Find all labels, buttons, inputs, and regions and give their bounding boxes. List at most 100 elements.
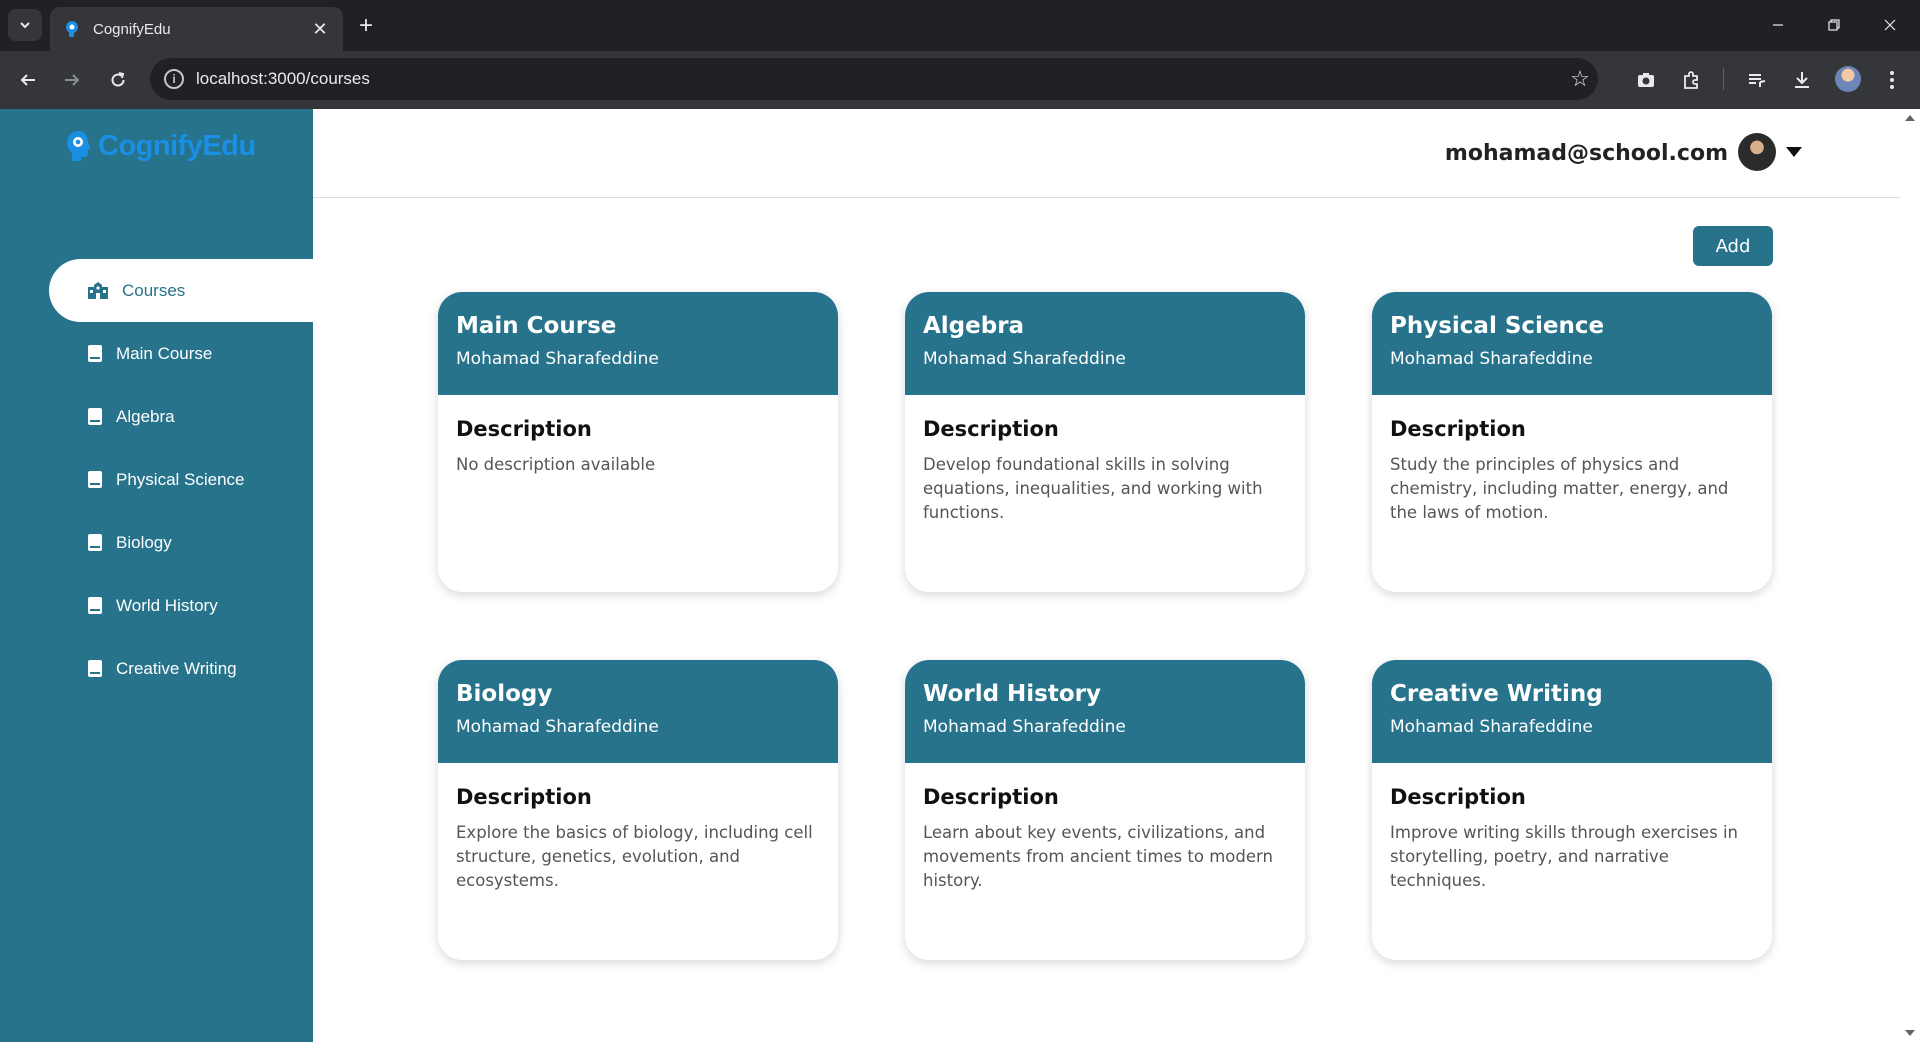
logo-text: CognifyEdu	[98, 130, 256, 163]
cognify-favicon-icon	[62, 20, 81, 39]
app-logo[interactable]: CognifyEdu	[64, 129, 256, 163]
course-description: Develop foundational skills in solving e…	[923, 455, 1263, 522]
description-heading: Description	[1390, 785, 1526, 809]
sidebar-item-world-history[interactable]: World History	[0, 574, 313, 637]
new-tab-button[interactable]: +	[352, 12, 380, 40]
chevron-down-icon	[20, 22, 30, 29]
tab-search-button[interactable]	[8, 9, 42, 41]
close-tab-icon[interactable]: ✕	[309, 18, 331, 40]
course-card-biology[interactable]: Biology Mohamad Sharafeddine Description…	[438, 660, 838, 960]
download-icon[interactable]	[1786, 64, 1818, 96]
logo-prefix: Cognify	[98, 129, 203, 162]
sidebar-nav: Courses Main Course Algebra Physical Sci…	[0, 259, 313, 700]
tab-title: CognifyEdu	[93, 20, 171, 38]
user-email: mohamad@school.com	[1444, 141, 1728, 166]
brain-head-logo-icon	[67, 131, 91, 161]
book-icon	[88, 597, 102, 614]
caret-down-icon[interactable]	[1786, 147, 1802, 157]
forward-icon[interactable]	[56, 64, 88, 96]
url-text: localhost:3000/courses	[196, 69, 370, 88]
course-author: Mohamad Sharafeddine	[923, 717, 1126, 737]
course-author: Mohamad Sharafeddine	[1390, 349, 1593, 369]
course-card-creative-writing[interactable]: Creative Writing Mohamad Sharafeddine De…	[1372, 660, 1772, 960]
description-heading: Description	[456, 785, 592, 809]
sidebar-item-label: Creative Writing	[116, 658, 237, 678]
course-card-header: World History Mohamad Sharafeddine	[905, 660, 1305, 763]
browser-profile-avatar[interactable]	[1835, 66, 1861, 92]
course-title: Algebra	[923, 313, 1025, 339]
course-card-physical-science[interactable]: Physical Science Mohamad Sharafeddine De…	[1372, 292, 1772, 592]
book-icon	[88, 534, 102, 551]
extensions-icon[interactable]	[1675, 64, 1707, 96]
course-author: Mohamad Sharafeddine	[456, 717, 659, 737]
sidebar-item-main-course[interactable]: Main Course	[0, 322, 313, 385]
course-author: Mohamad Sharafeddine	[923, 349, 1126, 369]
media-queue-icon[interactable]	[1741, 64, 1773, 96]
course-card-main-course[interactable]: Main Course Mohamad Sharafeddine Descrip…	[438, 292, 838, 592]
description-heading: Description	[923, 417, 1059, 441]
course-card-header: Biology Mohamad Sharafeddine	[438, 660, 838, 763]
close-window-icon[interactable]	[1870, 8, 1910, 42]
description-heading: Description	[456, 417, 592, 441]
site-info-icon[interactable]: i	[164, 69, 184, 89]
course-description: No description available	[456, 455, 656, 474]
browser-tab[interactable]: CognifyEdu ✕	[50, 7, 343, 51]
sidebar-item-algebra[interactable]: Algebra	[0, 385, 313, 448]
page-scrollbar[interactable]	[1900, 109, 1920, 1042]
add-course-button[interactable]: Add	[1693, 226, 1773, 266]
address-bar[interactable]: i localhost:3000/courses ☆	[150, 58, 1598, 100]
course-card-body: Description No description available	[438, 395, 838, 477]
course-title: World History	[923, 681, 1102, 707]
course-title: Main Course	[456, 313, 617, 339]
course-description: Learn about key events, civilizations, a…	[923, 823, 1273, 890]
course-author: Mohamad Sharafeddine	[456, 349, 659, 369]
scroll-up-icon[interactable]	[1905, 115, 1915, 121]
course-card-body: Description Explore the basics of biolog…	[438, 763, 838, 893]
course-card-header: Algebra Mohamad Sharafeddine	[905, 292, 1305, 395]
course-card-body: Description Study the principles of phys…	[1372, 395, 1772, 525]
back-icon[interactable]	[12, 64, 44, 96]
app-header: mohamad@school.com	[313, 109, 1900, 198]
sidebar-item-label: Courses	[122, 280, 186, 300]
toolbar-separator	[1723, 68, 1724, 90]
browser-titlebar: CognifyEdu ✕ +	[0, 0, 1920, 51]
scroll-down-icon[interactable]	[1905, 1030, 1915, 1036]
description-heading: Description	[1390, 417, 1526, 441]
course-card-world-history[interactable]: World History Mohamad Sharafeddine Descr…	[905, 660, 1305, 960]
course-card-header: Creative Writing Mohamad Sharafeddine	[1372, 660, 1772, 763]
course-description: Explore the basics of biology, including…	[456, 823, 813, 890]
book-icon	[88, 660, 102, 677]
course-card-body: Description Learn about key events, civi…	[905, 763, 1305, 893]
sidebar-item-label: Physical Science	[116, 469, 245, 489]
reload-icon[interactable]	[102, 64, 134, 96]
school-icon	[87, 282, 109, 299]
course-card-body: Description Develop foundational skills …	[905, 395, 1305, 525]
description-heading: Description	[923, 785, 1059, 809]
sidebar-item-biology[interactable]: Biology	[0, 511, 313, 574]
course-author: Mohamad Sharafeddine	[1390, 717, 1593, 737]
bookmark-star-icon[interactable]: ☆	[1562, 66, 1598, 92]
book-icon	[88, 345, 102, 362]
camera-icon[interactable]	[1630, 64, 1662, 96]
minimize-icon[interactable]	[1758, 8, 1798, 42]
course-description: Study the principles of physics and chem…	[1390, 455, 1729, 522]
sidebar-item-label: Biology	[116, 532, 172, 552]
course-card-header: Main Course Mohamad Sharafeddine	[438, 292, 838, 395]
course-card-algebra[interactable]: Algebra Mohamad Sharafeddine Description…	[905, 292, 1305, 592]
course-title: Biology	[456, 681, 553, 707]
course-title: Physical Science	[1390, 313, 1605, 339]
sidebar-item-physical-science[interactable]: Physical Science	[0, 448, 313, 511]
sidebar-item-courses[interactable]: Courses	[49, 259, 313, 322]
sidebar-item-label: Algebra	[116, 406, 175, 426]
sidebar: CognifyEdu Courses Main Course Algebra P…	[0, 109, 313, 1042]
restore-icon[interactable]	[1814, 8, 1854, 42]
sidebar-item-label: World History	[116, 595, 218, 615]
course-title: Creative Writing	[1390, 681, 1603, 707]
book-icon	[88, 471, 102, 488]
logo-suffix: Edu	[202, 129, 256, 162]
browser-menu-icon[interactable]	[1876, 64, 1908, 96]
sidebar-item-creative-writing[interactable]: Creative Writing	[0, 637, 313, 700]
user-avatar[interactable]	[1738, 133, 1776, 171]
course-card-header: Physical Science Mohamad Sharafeddine	[1372, 292, 1772, 395]
course-grid: Main Course Mohamad Sharafeddine Descrip…	[438, 292, 1772, 960]
